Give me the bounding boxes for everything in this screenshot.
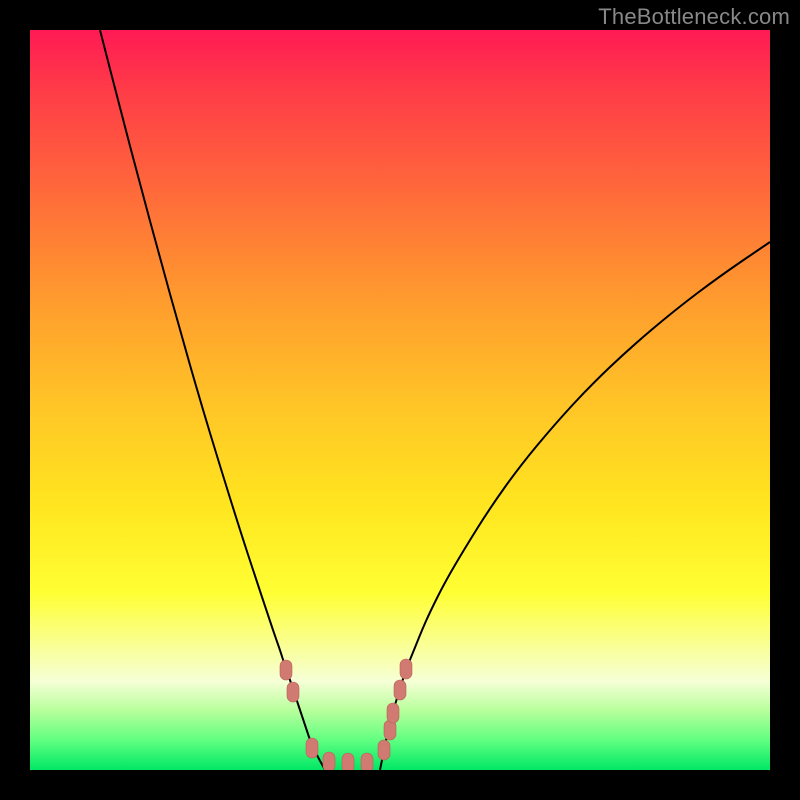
curve-right bbox=[380, 242, 770, 770]
marker bbox=[280, 660, 292, 680]
marker bbox=[394, 680, 406, 700]
plot-area bbox=[30, 30, 770, 770]
marker bbox=[400, 659, 412, 679]
marker bbox=[306, 738, 318, 758]
curves-svg bbox=[30, 30, 770, 770]
marker bbox=[387, 703, 399, 723]
bottom-markers bbox=[280, 659, 412, 770]
curve-left bbox=[100, 30, 325, 770]
marker bbox=[378, 740, 390, 760]
marker bbox=[342, 753, 354, 770]
marker bbox=[323, 752, 335, 770]
marker bbox=[361, 753, 373, 770]
marker bbox=[287, 682, 299, 702]
chart-frame: TheBottleneck.com bbox=[0, 0, 800, 800]
watermark-text: TheBottleneck.com bbox=[598, 4, 790, 30]
